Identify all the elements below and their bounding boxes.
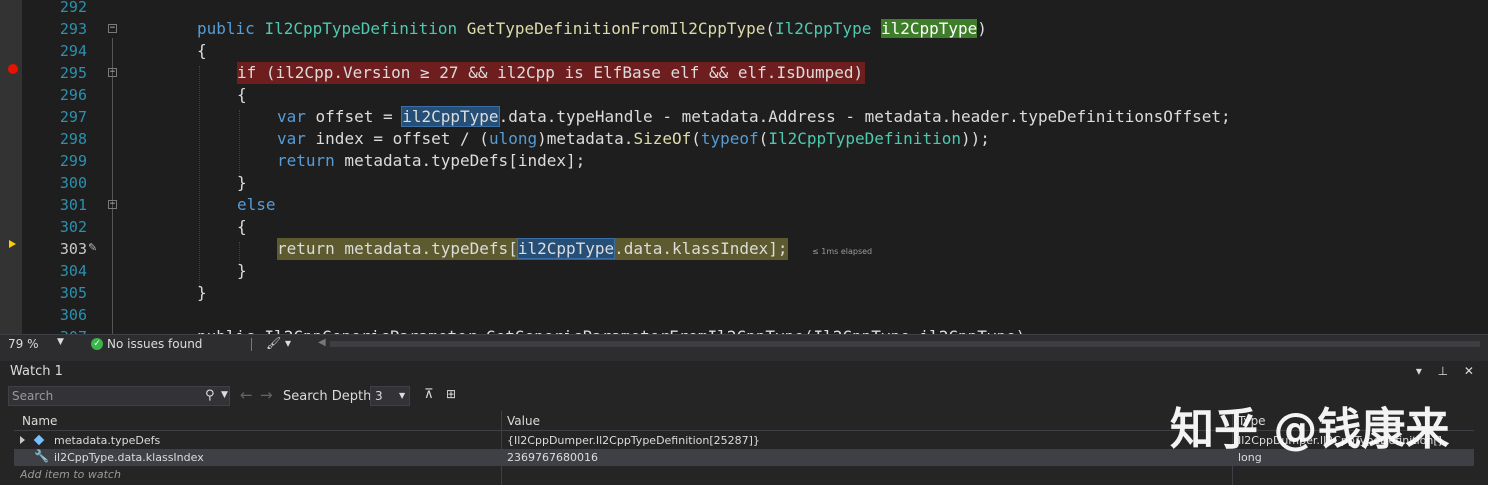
watch-name[interactable]: il2CppType.data.klassIndex — [54, 451, 204, 464]
code-text: { — [197, 41, 207, 60]
column-header-name[interactable]: Name — [22, 414, 57, 428]
code-text: public Il2CppTypeDefinition GetTypeDefin… — [197, 19, 987, 38]
code-cleanup-icon[interactable]: 🖌 ▾ — [266, 336, 291, 350]
panel-title: Watch 1 — [10, 364, 63, 379]
line-number: 298 — [59, 130, 87, 148]
code-text: var index = offset / (ulong)metadata.Siz… — [277, 129, 990, 148]
code-line: 302 { — [0, 216, 1488, 238]
add-watch-row[interactable]: Add item to watch — [14, 466, 1474, 483]
perf-tip[interactable]: ≤ 1ms elapsed — [812, 247, 872, 256]
fold-toggle-icon[interactable]: − — [108, 68, 117, 77]
line-number: 299 — [59, 152, 87, 170]
search-icon[interactable]: ⚲ — [205, 388, 215, 403]
watermark: 知乎 @钱康来 — [1170, 404, 1450, 455]
code-line: 300 } — [0, 172, 1488, 194]
breakpoint-code-text: if (il2Cpp.Version ≥ 27 && il2Cpp is Elf… — [237, 62, 866, 84]
search-depth-label: Search Depth: — [283, 389, 376, 404]
code-line: 307 public Il2CppGenericParameter GetGen… — [0, 326, 1488, 334]
code-text: } — [237, 173, 247, 192]
code-line-breakpoint: 295 − if (il2Cpp.Version ≥ 27 && il2Cpp … — [0, 62, 1488, 84]
code-text: } — [237, 261, 247, 280]
highlighted-parameter: il2CppType — [880, 19, 978, 38]
search-box[interactable]: ⚲ ▼ — [8, 386, 230, 406]
line-number: 295 — [59, 64, 87, 82]
panel-window-controls[interactable]: ▾ ⊥ ✕ — [1416, 364, 1480, 378]
code-text: { — [237, 85, 247, 104]
code-line: 292 — [0, 0, 1488, 18]
code-line: 298 var index = offset / (ulong)metadata… — [0, 128, 1488, 150]
object-icon — [33, 434, 45, 446]
code-text: } — [197, 283, 207, 302]
code-line: 297 var offset = il2CppType.data.typeHan… — [0, 106, 1488, 128]
line-number: 302 — [59, 218, 87, 236]
horizontal-scrollbar[interactable] — [330, 341, 1480, 347]
code-line: 294 { — [0, 40, 1488, 62]
line-number: 292 — [59, 0, 87, 16]
line-number: 296 — [59, 86, 87, 104]
code-line-current: 303 return metadata.typeDefs[il2CppType.… — [0, 238, 1488, 260]
panel-separator[interactable] — [0, 353, 1488, 361]
column-header-value[interactable]: Value — [507, 414, 540, 428]
code-line: 293 − public Il2CppTypeDefinition GetTyp… — [0, 18, 1488, 40]
search-depth-select[interactable]: 3 ▼ — [370, 386, 410, 406]
line-number: 293 — [59, 20, 87, 38]
line-number: 294 — [59, 42, 87, 60]
chevron-down-icon[interactable]: ▼ — [221, 390, 228, 400]
line-number: 300 — [59, 174, 87, 192]
chevron-down-icon[interactable]: ▼ — [399, 391, 405, 400]
fold-toggle-icon[interactable]: − — [108, 24, 117, 33]
line-number: 304 — [59, 262, 87, 280]
watch-value[interactable]: {Il2CppDumper.Il2CppTypeDefinition[25287… — [507, 434, 760, 447]
code-line: 306 — [0, 304, 1488, 326]
hex-display-icon[interactable]: ⊞ — [446, 387, 456, 401]
line-number: 303 — [59, 240, 87, 258]
code-line: 305 } — [0, 282, 1488, 304]
divider — [251, 338, 252, 351]
code-text: return metadata.typeDefs[index]; — [277, 151, 586, 170]
forward-arrow-icon[interactable]: → — [260, 386, 273, 404]
code-text: public Il2CppGenericParameter GetGeneric… — [197, 326, 1025, 334]
watch-value[interactable]: 2369767680016 — [507, 451, 598, 464]
expand-arrow-icon[interactable] — [20, 436, 25, 444]
code-line: 301 − else — [0, 194, 1488, 216]
line-number: 306 — [59, 306, 87, 324]
fold-toggle-icon[interactable]: − — [108, 200, 117, 209]
code-text: else — [237, 195, 276, 214]
add-watch-placeholder[interactable]: Add item to watch — [20, 468, 121, 481]
code-line: 296 { — [0, 84, 1488, 106]
code-line: 304 } — [0, 260, 1488, 282]
pin-icon[interactable]: ⊼ — [424, 387, 434, 402]
reference-highlight: il2CppType — [516, 238, 616, 259]
search-input[interactable] — [12, 388, 202, 404]
reference-highlight: il2CppType — [401, 106, 500, 127]
line-number: 301 — [59, 196, 87, 214]
chevron-down-icon[interactable]: ▼ — [57, 337, 64, 347]
line-number: 307 — [30, 326, 87, 334]
issues-status[interactable]: No issues found — [107, 337, 202, 351]
current-code-text: return metadata.typeDefs[il2CppType.data… — [277, 238, 788, 260]
check-circle-icon: ✓ — [91, 338, 103, 350]
line-number: 297 — [59, 108, 87, 126]
watch-name[interactable]: metadata.typeDefs — [54, 434, 160, 447]
back-arrow-icon[interactable]: ← — [240, 386, 253, 404]
code-text: { — [237, 217, 247, 236]
code-line: 299 return metadata.typeDefs[index]; — [0, 150, 1488, 172]
line-number: 305 — [59, 284, 87, 302]
code-text: var offset = il2CppType.data.typeHandle … — [277, 106, 1231, 127]
code-editor[interactable]: ✎ 292 293 − public Il2CppTypeDefinition … — [0, 0, 1488, 334]
scroll-left-icon[interactable]: ◀ — [318, 337, 326, 348]
wrench-icon: 🔧 — [34, 449, 49, 463]
search-depth-value: 3 — [375, 389, 383, 403]
zoom-level[interactable]: 79 % — [8, 337, 39, 351]
editor-status-bar: 79 % ▼ ✓ No issues found 🖌 ▾ ◀ — [0, 334, 1488, 353]
